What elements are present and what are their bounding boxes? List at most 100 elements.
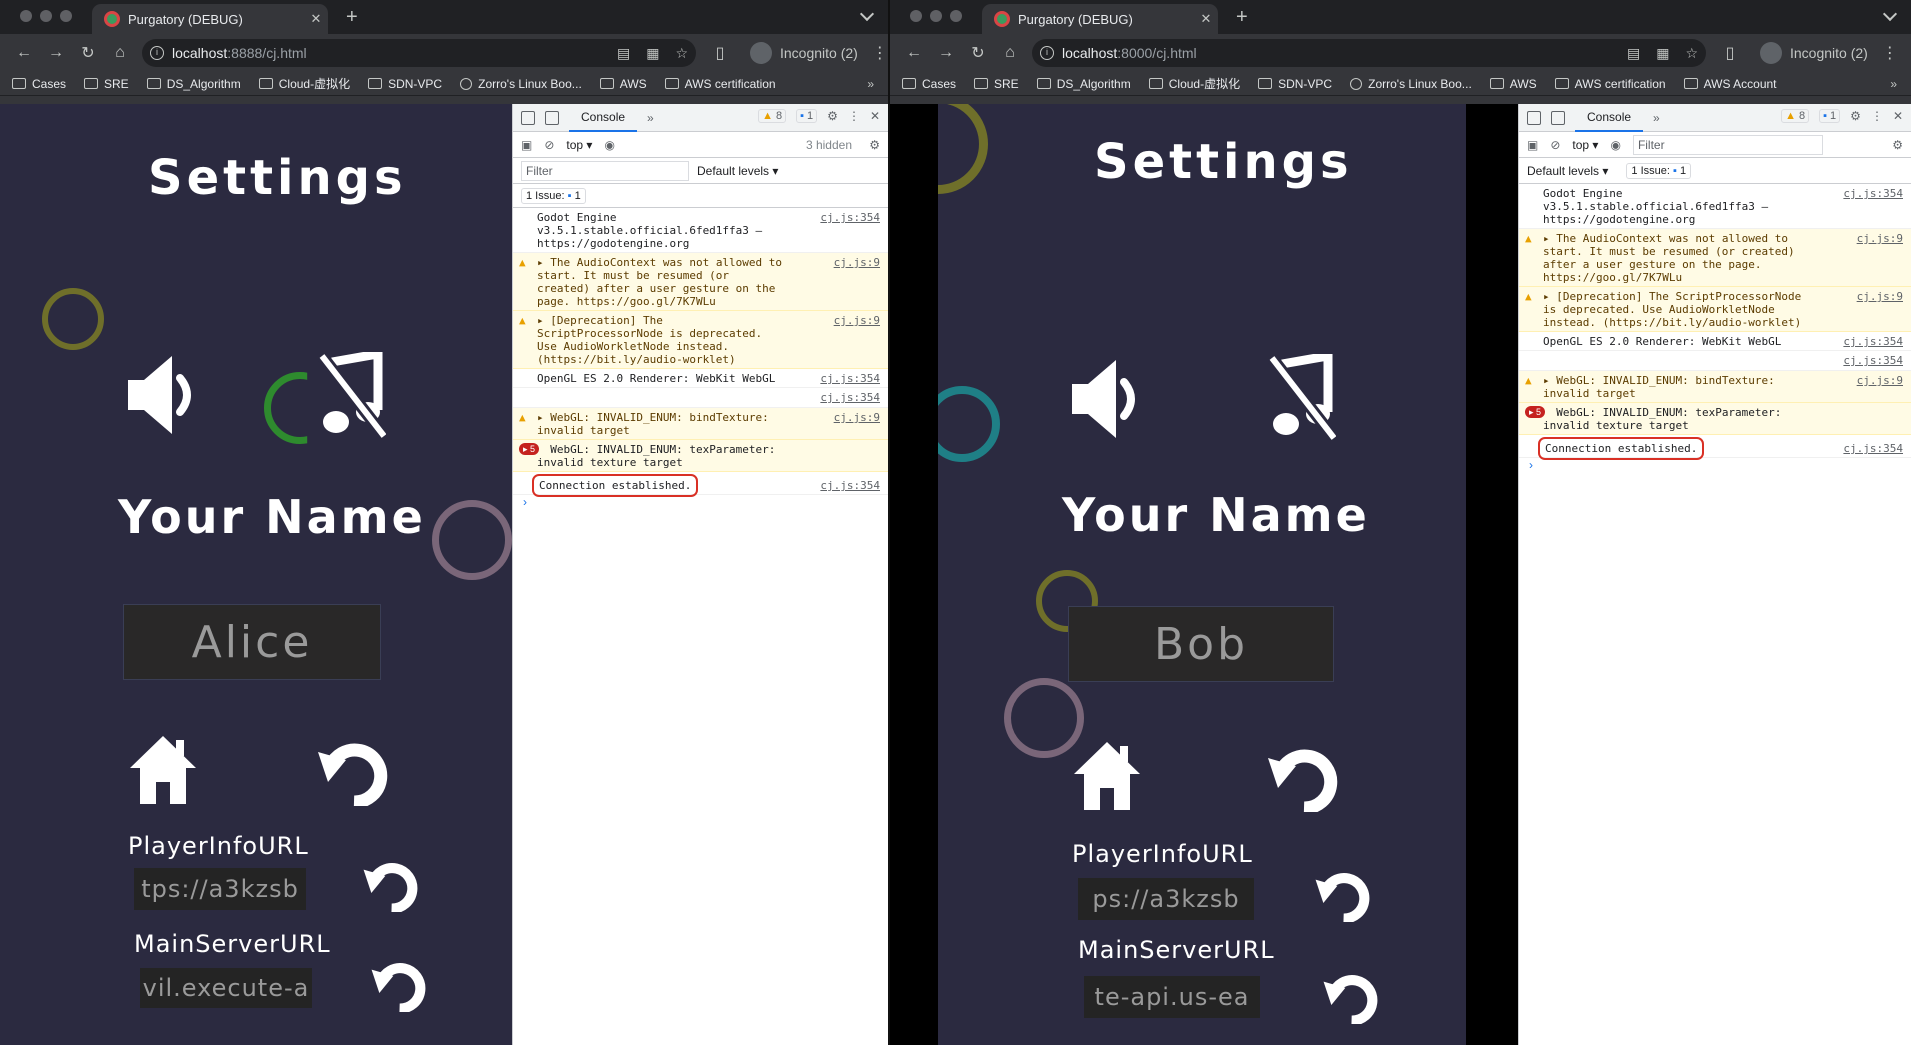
main-server-url-input[interactable]: vil.execute-a (140, 968, 312, 1008)
main-server-url-input[interactable]: te-api.us-ea (1084, 976, 1260, 1018)
default-levels-dropdown[interactable]: Default levels ▾ (697, 164, 778, 178)
godot-game-canvas[interactable]: Settings Your Name Alice PlayerInfoURL t… (0, 104, 512, 1045)
tab-search-chevron-icon[interactable] (859, 6, 875, 22)
back-icon[interactable]: ← (898, 37, 930, 69)
name-input[interactable]: Alice (123, 604, 381, 680)
bookmark-aws[interactable]: AWS (599, 77, 647, 91)
source-link[interactable]: cj.js:354 (820, 211, 880, 224)
back-icon[interactable]: ← (8, 37, 40, 69)
console-warning-audio[interactable]: ▲ ▸ The AudioContext was not allowed to s… (513, 253, 888, 311)
refresh-icon[interactable] (316, 740, 388, 806)
console-warning-bindtexture[interactable]: ▲ ▸ WebGL: INVALID_ENUM: bindTexture: inv… (1519, 371, 1911, 403)
refresh-icon[interactable] (1266, 746, 1338, 812)
console-warning-texparameter[interactable]: ▸ 5 WebGL: INVALID_ENUM: texParameter: i… (1519, 403, 1911, 435)
console-prompt[interactable]: › (513, 495, 888, 509)
filter-input[interactable]: Filter (521, 160, 689, 181)
console-prompt[interactable]: › (1519, 458, 1911, 472)
bookmark-cloud[interactable]: Cloud-虚拟化 (258, 75, 350, 92)
source-link[interactable]: cj.js:9 (834, 411, 880, 424)
forward-icon[interactable]: → (930, 37, 962, 69)
bookmark-aws[interactable]: AWS (1489, 77, 1537, 91)
sidebar-icon[interactable]: ▯ (1714, 37, 1746, 69)
clear-console-icon[interactable]: ⊘ (544, 138, 554, 152)
live-expression-eye-icon[interactable]: ◉ (1610, 138, 1620, 152)
player-info-url-input[interactable]: ps://a3kzsb (1078, 878, 1254, 920)
bookmarks-overflow-icon[interactable]: » (1890, 77, 1897, 91)
bookmark-cases[interactable]: Cases (902, 77, 956, 91)
menu-kebab-icon[interactable]: ⋮ (872, 43, 888, 63)
source-link[interactable]: cj.js:354 (820, 372, 880, 385)
bookmark-sdn-vpc[interactable]: SDN-VPC (368, 77, 442, 91)
bookmark-aws-certification[interactable]: AWS certification (1554, 77, 1666, 91)
refresh-player-url-icon[interactable] (1314, 870, 1370, 922)
star-icon[interactable]: ☆ (1685, 45, 1698, 62)
sidebar-icon[interactable]: ▯ (704, 37, 736, 69)
player-info-url-input[interactable]: tps://a3kzsb (134, 868, 306, 910)
refresh-player-url-icon[interactable] (362, 860, 418, 912)
forward-icon[interactable]: → (40, 37, 72, 69)
live-expression-eye-icon[interactable]: ◉ (604, 138, 614, 152)
home-icon[interactable] (128, 734, 198, 806)
bookmark-sre[interactable]: SRE (84, 77, 129, 91)
source-link[interactable]: cj.js:354 (1843, 354, 1903, 367)
browser-tab[interactable]: Purgatory (DEBUG) ✕ (982, 4, 1218, 34)
more-tabs-icon[interactable]: » (647, 111, 654, 125)
bookmark-aws-certification[interactable]: AWS certification (664, 77, 776, 91)
more-tabs-icon[interactable]: » (1653, 111, 1660, 125)
console-warning-texparameter[interactable]: ▸ 5 WebGL: INVALID_ENUM: texParameter: i… (513, 440, 888, 472)
warnings-badge[interactable]: ▲ 8 (1781, 109, 1810, 123)
close-tab-icon[interactable]: ✕ (304, 11, 328, 27)
console-settings-icon[interactable]: ⚙ (1892, 138, 1903, 152)
music-off-icon[interactable] (318, 352, 386, 438)
settings-gear-icon[interactable]: ⚙ (1850, 109, 1861, 123)
inspect-icon[interactable] (1527, 110, 1541, 125)
site-info-icon[interactable]: i (1040, 46, 1054, 60)
close-devtools-icon[interactable]: ✕ (870, 109, 880, 123)
device-toggle-icon[interactable] (545, 110, 559, 125)
reload-icon[interactable]: ↻ (72, 37, 104, 69)
qr-icon[interactable]: ▦ (646, 45, 659, 62)
sidebar-toggle-icon[interactable]: ▣ (1527, 138, 1538, 152)
refresh-main-url-icon[interactable] (1322, 972, 1378, 1024)
star-icon[interactable]: ☆ (675, 45, 688, 62)
default-levels-dropdown[interactable]: Default levels ▾ (1527, 164, 1608, 178)
issues-badge[interactable]: ▪ 1 (1819, 109, 1841, 123)
source-link[interactable]: cj.js:354 (1843, 187, 1903, 200)
incognito-badge[interactable]: Incognito (2) (1760, 42, 1868, 64)
bookmark-ds-algorithm[interactable]: DS_Algorithm (1036, 77, 1131, 91)
console-warning-deprecation[interactable]: ▲ ▸ [Deprecation] The ScriptProcessorNode… (513, 311, 888, 369)
menu-kebab-icon[interactable]: ⋮ (1882, 43, 1898, 63)
sidebar-toggle-icon[interactable]: ▣ (521, 138, 532, 152)
tab-console[interactable]: Console (569, 104, 638, 132)
settings-gear-icon[interactable]: ⚙ (827, 109, 838, 123)
new-tab-icon[interactable]: + (346, 6, 358, 29)
bookmark-cloud[interactable]: Cloud-虚拟化 (1148, 75, 1240, 92)
context-select[interactable]: top ▾ (566, 138, 592, 152)
source-link[interactable]: cj.js:9 (834, 314, 880, 327)
source-link[interactable]: cj.js:9 (1857, 374, 1903, 387)
clear-console-icon[interactable]: ⊘ (1550, 138, 1560, 152)
bookmark-aws-account[interactable]: AWS Account (1683, 77, 1777, 91)
tab-console[interactable]: Console (1575, 104, 1644, 132)
warnings-badge[interactable]: ▲ 8 (758, 109, 787, 123)
bookmark-sdn-vpc[interactable]: SDN-VPC (1258, 77, 1332, 91)
filter-input[interactable]: Filter (1632, 134, 1823, 155)
issues-badge[interactable]: ▪ 1 (796, 109, 818, 123)
home-icon[interactable] (1072, 740, 1142, 812)
issues-link[interactable]: 1 Issue: ▪ 1 (1626, 162, 1692, 179)
console-warning-bindtexture[interactable]: ▲ ▸ WebGL: INVALID_ENUM: bindTexture: inv… (513, 408, 888, 440)
window-controls[interactable] (910, 10, 962, 22)
name-input[interactable]: Bob (1068, 606, 1334, 682)
window-controls[interactable] (20, 10, 72, 22)
devtools-menu-icon[interactable]: ⋮ (848, 109, 860, 123)
console-settings-icon[interactable]: ⚙ (869, 138, 880, 152)
tab-search-chevron-icon[interactable] (1882, 6, 1898, 22)
music-off-icon[interactable] (1268, 354, 1336, 440)
inspect-icon[interactable] (521, 110, 535, 125)
home-nav-icon[interactable]: ⌂ (994, 37, 1026, 69)
device-toggle-icon[interactable] (1551, 110, 1565, 125)
browser-tab[interactable]: Purgatory (DEBUG) ✕ (92, 4, 328, 34)
devtools-menu-icon[interactable]: ⋮ (1871, 109, 1883, 123)
bookmark-cases[interactable]: Cases (12, 77, 66, 91)
clipboard-icon[interactable]: ▤ (617, 45, 630, 62)
